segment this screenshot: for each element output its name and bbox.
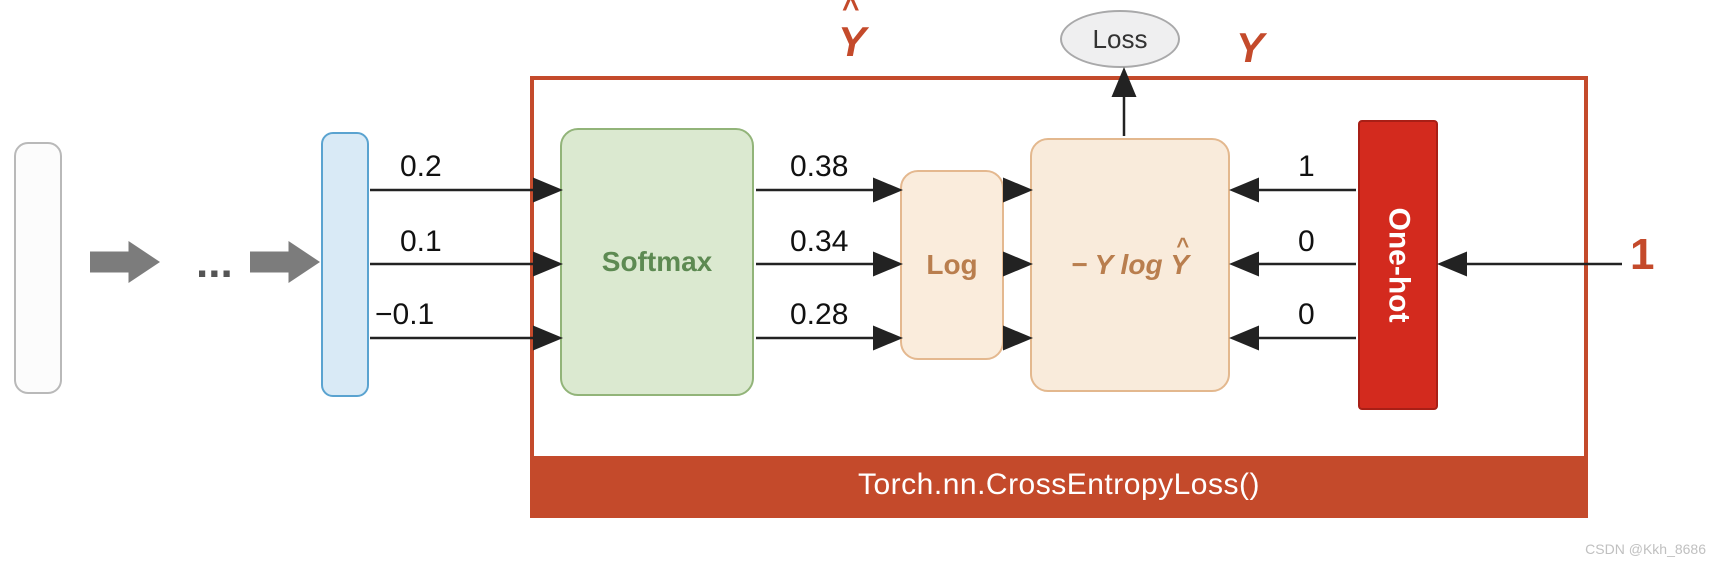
p-3: 0.28 <box>790 298 848 332</box>
onehot-block: One-hot <box>1358 120 1438 410</box>
watermark: CSDN @Kkh_8686 <box>1585 541 1706 557</box>
ellipsis: ... <box>196 238 233 288</box>
p-2: 0.34 <box>790 225 848 259</box>
nll-block: − Y log Y <box>1030 138 1230 392</box>
logit-1: 0.2 <box>400 150 442 184</box>
logit-3: −0.1 <box>375 298 434 332</box>
y-hat-symbol: Y <box>838 18 866 66</box>
onehot-3: 0 <box>1298 298 1315 332</box>
feature-block <box>321 132 369 397</box>
class-index-label: 1 <box>1630 230 1654 280</box>
softmax-block: Softmax <box>560 128 754 396</box>
big-arrow-2 <box>250 232 320 292</box>
onehot-1: 1 <box>1298 150 1315 184</box>
y-symbol: Y <box>1236 24 1264 72</box>
big-arrow-1 <box>90 232 160 292</box>
log-block: Log <box>900 170 1004 360</box>
p-1: 0.38 <box>790 150 848 184</box>
input-block <box>14 142 62 394</box>
onehot-2: 0 <box>1298 225 1315 259</box>
frame-caption: Torch.nn.CrossEntropyLoss() <box>534 456 1584 514</box>
logit-2: 0.1 <box>400 225 442 259</box>
loss-node: Loss <box>1060 10 1180 68</box>
